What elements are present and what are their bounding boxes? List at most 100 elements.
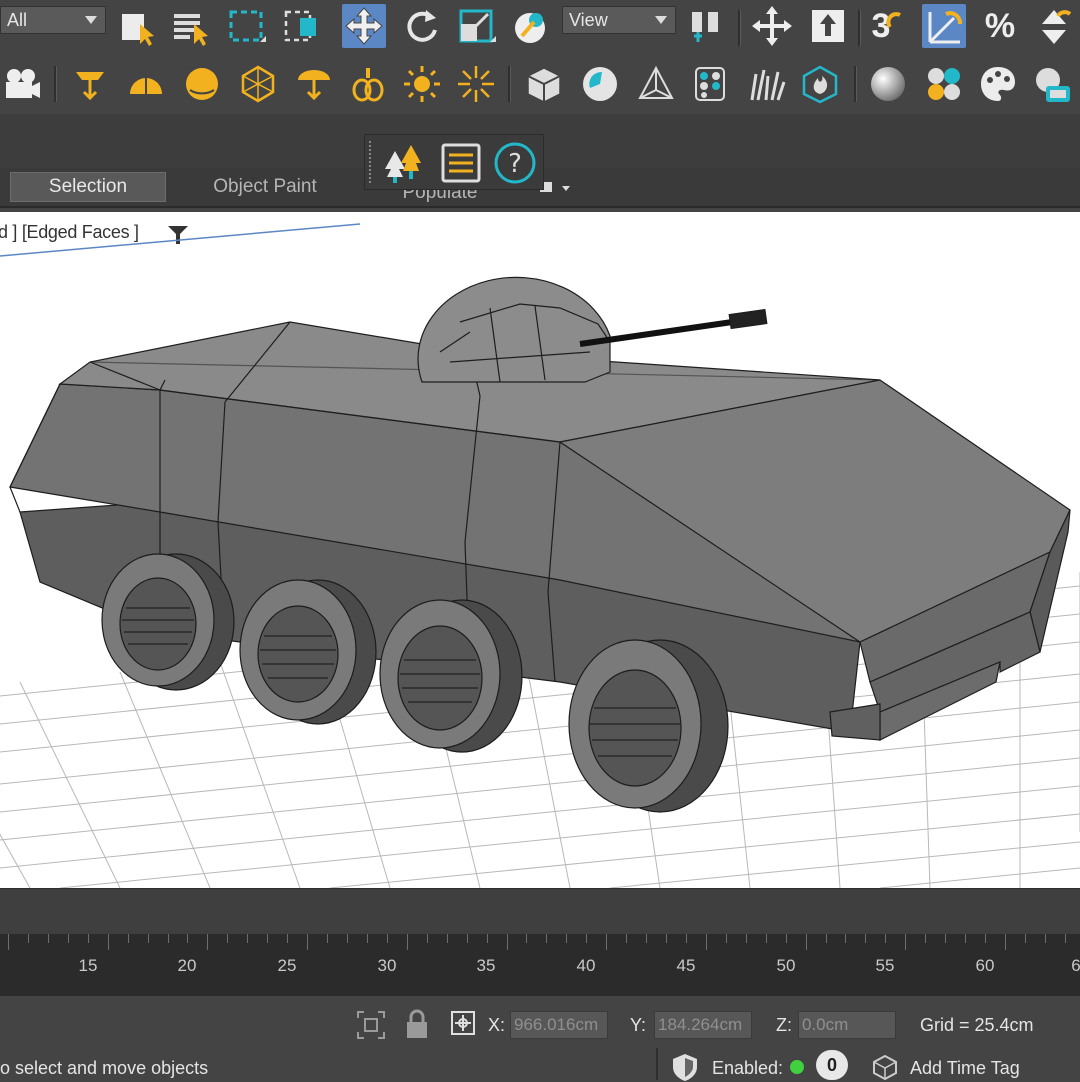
window-crossing-icon [284, 10, 316, 42]
frame-tick [327, 934, 329, 943]
wheel-3 [379, 599, 523, 753]
z-coordinate-field[interactable]: 0.0cm [798, 1011, 896, 1039]
chevron-down-icon [655, 16, 667, 24]
frame-tick [366, 934, 368, 943]
frame-tick [845, 934, 847, 943]
frame-tick [107, 934, 109, 950]
frame-tick [885, 934, 887, 943]
dome-light-button[interactable] [124, 62, 168, 106]
particle-system-button[interactable] [688, 62, 732, 106]
render-teapot-icon [1036, 68, 1070, 102]
camera-button[interactable] [0, 62, 44, 106]
fire-effect-button[interactable] [798, 62, 842, 106]
omni-light-button[interactable] [454, 62, 498, 106]
frame-label: 45 [676, 956, 696, 975]
select-and-place-button[interactable] [508, 4, 552, 48]
particles-icon [695, 67, 725, 101]
frame-tick [765, 934, 767, 943]
help-button[interactable]: ? [491, 139, 539, 187]
layer-explorer-button[interactable] [806, 4, 850, 48]
reference-coordinate-value: View [569, 9, 608, 30]
snaps-toggle-button[interactable]: 3 [866, 4, 910, 48]
box-button[interactable] [522, 62, 566, 106]
ies-light-button[interactable] [346, 62, 390, 106]
frame-ticks [0, 934, 1080, 950]
rectangular-selection-button[interactable] [224, 4, 268, 48]
frame-tick [606, 934, 608, 950]
angle-snap-button[interactable] [922, 4, 966, 48]
select-and-move-button[interactable] [342, 4, 386, 48]
frame-tick [267, 934, 269, 943]
track-bar[interactable]: 15 20 25 30 35 40 45 50 55 60 6 [0, 934, 1080, 996]
frame-tick [207, 934, 209, 950]
absolute-mode-icon[interactable] [450, 1010, 476, 1036]
select-by-name-icon [174, 14, 208, 46]
spinner-snap-button[interactable] [1032, 4, 1076, 48]
material-editor-button[interactable] [866, 62, 910, 106]
window-crossing-button[interactable] [278, 4, 322, 48]
frame-label: 6 [1071, 956, 1080, 975]
select-and-scale-button[interactable] [454, 4, 498, 48]
selection-filter-dropdown[interactable]: All [0, 6, 106, 34]
percent-snap-button[interactable]: % [978, 4, 1022, 48]
render-setup-button[interactable] [976, 62, 1020, 106]
frame-tick [646, 934, 648, 943]
tab-object-paint[interactable]: Object Paint [180, 172, 350, 202]
populate-list-button[interactable] [437, 139, 485, 187]
mirror-button[interactable] [750, 4, 794, 48]
add-time-tag-button[interactable]: Add Time Tag [910, 1058, 1020, 1079]
upload-icon [812, 10, 844, 42]
ies-light-icon [352, 68, 384, 102]
percent-snap-label: % [984, 6, 1016, 45]
align-icon [752, 6, 792, 46]
toolbar-separator [54, 66, 57, 102]
pyramid-button[interactable] [634, 62, 678, 106]
help-icon: ? [494, 142, 536, 184]
frame-tick [705, 934, 707, 950]
tab-label: Object Paint [213, 176, 317, 197]
frame-tick [825, 934, 827, 943]
frame-tick [47, 934, 49, 943]
select-by-name-button[interactable] [168, 4, 212, 48]
tab-selection[interactable]: Selection [10, 172, 166, 202]
time-slider-bar[interactable] [0, 888, 1080, 935]
spot-light-button[interactable] [68, 62, 112, 106]
time-tag-icon[interactable] [872, 1054, 898, 1080]
select-and-rotate-button[interactable] [400, 4, 444, 48]
slate-material-button[interactable] [922, 62, 966, 106]
sun-icon [404, 66, 440, 102]
render-button[interactable] [1030, 62, 1074, 106]
flyout-grip[interactable] [369, 141, 375, 183]
frame-tick [187, 934, 189, 943]
photometric-light-button[interactable] [236, 62, 280, 106]
y-coordinate-field[interactable]: 184.264cm [654, 1011, 752, 1039]
perspective-viewport[interactable]: d ] [Edged Faces ] [0, 212, 1080, 888]
tab-label: Selection [48, 176, 128, 197]
shield-icon[interactable] [670, 1052, 700, 1082]
select-object-button[interactable] [114, 4, 158, 48]
x-coordinate-field[interactable]: 966.016cm [510, 1011, 608, 1039]
frame-tick [945, 934, 947, 943]
hair-fur-button[interactable] [744, 62, 788, 106]
grass-icon [750, 69, 786, 101]
reference-coordinate-dropdown[interactable]: View [562, 6, 676, 34]
frame-label: 40 [576, 956, 596, 975]
toolbar-separator [854, 66, 857, 102]
frame-tick [526, 934, 528, 943]
svg-text:?: ? [508, 149, 522, 179]
lock-icon[interactable] [404, 1008, 430, 1040]
sphere-button[interactable] [578, 62, 622, 106]
pyramid-icon [638, 65, 674, 99]
y-label: Y: [630, 1015, 647, 1035]
sun-light-button[interactable] [400, 62, 444, 106]
frame-tick [287, 934, 289, 943]
enabled-count-badge[interactable]: 0 [816, 1050, 848, 1080]
pivot-center-button[interactable] [684, 4, 728, 48]
frame-tick [1005, 934, 1006, 950]
selection-lock-frame-icon[interactable] [356, 1010, 386, 1040]
frame-tick [725, 934, 727, 943]
free-light-button[interactable] [292, 62, 336, 106]
populate-trees-button[interactable] [381, 139, 429, 187]
sky-light-button[interactable] [180, 62, 224, 106]
status-separator [656, 1048, 658, 1080]
